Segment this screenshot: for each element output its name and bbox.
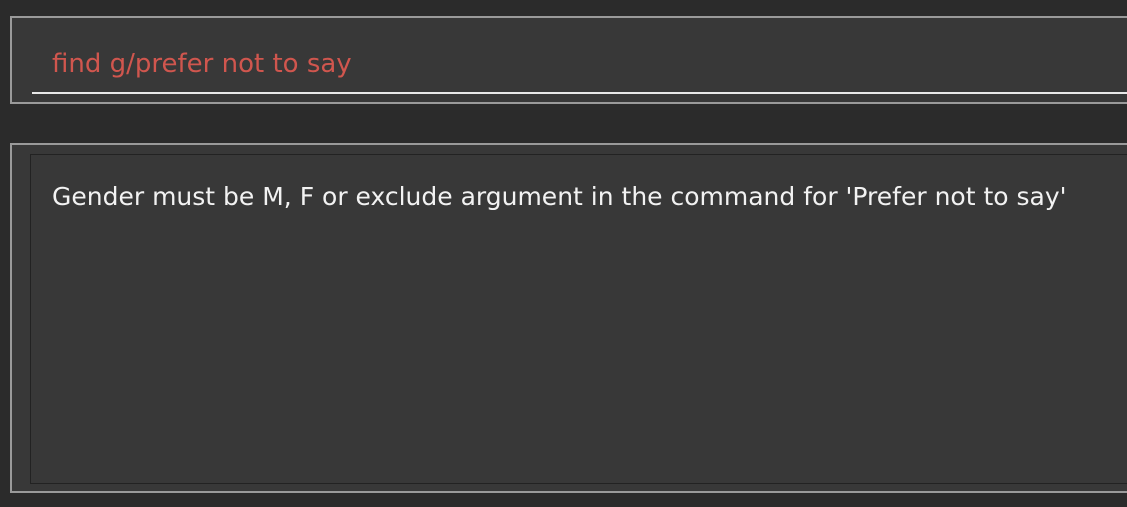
result-message: Gender must be M, F or exclude argument … xyxy=(52,182,1067,211)
command-input[interactable]: find g/prefer not to say xyxy=(32,44,1127,94)
result-display-panel: Gender must be M, F or exclude argument … xyxy=(10,143,1127,493)
result-display[interactable]: Gender must be M, F or exclude argument … xyxy=(30,154,1127,484)
command-box: find g/prefer not to say xyxy=(10,16,1127,104)
app-window: find g/prefer not to say Gender must be … xyxy=(0,0,1127,507)
